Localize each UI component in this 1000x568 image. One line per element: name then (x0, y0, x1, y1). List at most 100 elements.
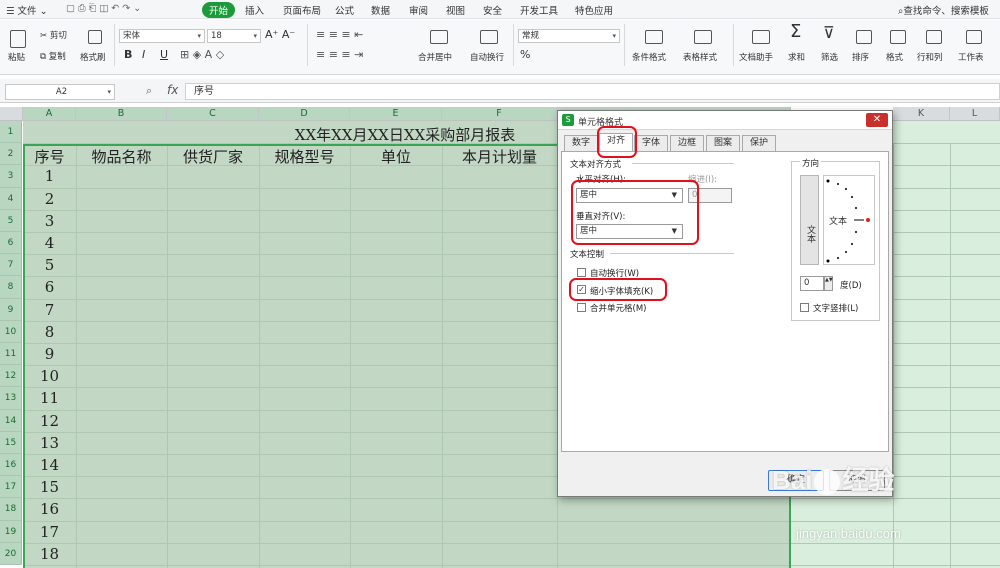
row-header[interactable]: 11 (0, 343, 22, 366)
row-header[interactable]: 4 (0, 187, 22, 210)
row-header[interactable]: 1 (0, 121, 22, 144)
file-menu[interactable]: ☰ 文件 ⌄ (6, 3, 48, 17)
row-header[interactable]: 6 (0, 232, 22, 255)
header-cell-supplier[interactable]: 供货厂家 (167, 146, 259, 167)
serial-cell[interactable]: 7 (23, 301, 76, 319)
menu-tab-review[interactable]: 审阅 (409, 3, 428, 17)
stacked-text-checkbox[interactable] (800, 303, 809, 312)
header-cell-serial[interactable]: 序号 (23, 146, 76, 167)
cut-button[interactable]: ✂ 剪切 (40, 31, 67, 41)
tab-pattern[interactable]: 图案 (706, 135, 740, 151)
serial-cell[interactable]: 18 (23, 545, 76, 563)
font-name-select[interactable]: 宋体 ▾ (119, 29, 205, 43)
tab-font[interactable]: 字体 (634, 135, 668, 151)
col-header-a[interactable]: A (23, 107, 76, 121)
row-header[interactable]: 15 (0, 431, 22, 454)
font-size-select[interactable]: 18 ▾ (207, 29, 261, 43)
border-color-icons[interactable]: ⊞ ◈ A ◇ (180, 49, 224, 60)
serial-cell[interactable]: 1 (23, 167, 76, 185)
zoom-icon[interactable]: ⌕ (146, 85, 152, 96)
formula-input[interactable]: 序号 (185, 83, 1000, 100)
menu-tab-developer[interactable]: 开发工具 (520, 3, 558, 17)
spinner-arrows-icon[interactable]: ▲▼ (824, 276, 833, 291)
vertical-text-box[interactable]: 文本 (800, 175, 819, 265)
serial-cell[interactable]: 14 (23, 456, 76, 474)
header-cell-item-name[interactable]: 物品名称 (76, 146, 167, 167)
name-box[interactable]: A2 ▾ (5, 84, 115, 100)
font-grow-shrink-icons[interactable]: A⁺ A⁻ (265, 29, 295, 40)
col-header-b[interactable]: B (76, 107, 167, 121)
serial-cell[interactable]: 5 (23, 256, 76, 274)
serial-cell[interactable]: 9 (23, 345, 76, 363)
filter-button[interactable]: 筛选 (821, 53, 838, 63)
col-header-d[interactable]: D (259, 107, 350, 121)
percent-button[interactable]: % (520, 49, 530, 60)
serial-cell[interactable]: 2 (23, 190, 76, 208)
menu-tab-view[interactable]: 视图 (446, 3, 465, 17)
header-cell-spec[interactable]: 规格型号 (259, 146, 350, 167)
serial-cell[interactable]: 4 (23, 234, 76, 252)
header-cell-plan-qty[interactable]: 本月计划量 (442, 146, 557, 167)
col-header-c[interactable]: C (167, 107, 259, 121)
underline-button[interactable]: U (160, 49, 168, 60)
italic-button[interactable]: I (142, 49, 145, 60)
number-format-select[interactable]: 常规 ▾ (518, 29, 620, 43)
tab-protection[interactable]: 保护 (742, 135, 776, 151)
serial-cell[interactable]: 8 (23, 323, 76, 341)
bold-button[interactable]: B (124, 49, 132, 60)
menu-tab-home[interactable]: 开始 (202, 2, 236, 18)
header-cell-unit[interactable]: 单位 (350, 146, 442, 167)
col-header-e[interactable]: E (350, 107, 442, 121)
row-header[interactable]: 9 (0, 298, 22, 321)
row-header[interactable]: 7 (0, 254, 22, 277)
col-header-l[interactable]: L (950, 107, 1000, 121)
serial-cell[interactable]: 16 (23, 500, 76, 518)
menu-tab-security[interactable]: 安全 (483, 3, 502, 17)
row-header[interactable]: 20 (0, 542, 22, 565)
merge-center-button[interactable]: 合并居中 (418, 53, 452, 63)
fx-button[interactable]: fx (167, 84, 178, 96)
row-header[interactable]: 2 (0, 143, 22, 166)
wrap-text-checkbox[interactable] (577, 268, 586, 277)
serial-cell[interactable]: 11 (23, 389, 76, 407)
menu-tab-special[interactable]: 特色应用 (575, 3, 613, 17)
align-icons[interactable]: ≡ ≡ ≡ ⇤ (316, 29, 363, 40)
col-header-f[interactable]: F (442, 107, 557, 121)
serial-cell[interactable]: 12 (23, 412, 76, 430)
serial-cell[interactable]: 10 (23, 367, 76, 385)
doc-helper-button[interactable]: 文档助手 (739, 53, 773, 63)
auto-wrap-button[interactable]: 自动换行 (470, 53, 504, 63)
row-header[interactable]: 18 (0, 498, 22, 521)
row-header[interactable]: 8 (0, 276, 22, 299)
format-button[interactable]: 格式 (886, 53, 903, 63)
menu-tab-page-layout[interactable]: 页面布局 (283, 3, 321, 17)
col-header-k[interactable]: K (893, 107, 950, 121)
select-all-corner[interactable] (0, 107, 23, 121)
sort-button[interactable]: 排序 (852, 53, 869, 63)
worksheet-button[interactable]: 工作表 (958, 53, 984, 63)
row-header[interactable]: 17 (0, 476, 22, 499)
table-style-button[interactable]: 表格样式 (683, 53, 717, 63)
row-header[interactable]: 10 (0, 320, 22, 343)
close-icon[interactable]: ✕ (866, 113, 888, 127)
row-header[interactable]: 13 (0, 387, 22, 410)
search-command[interactable]: ⌕查找命令、搜索模板 (898, 3, 989, 17)
serial-cell[interactable]: 3 (23, 212, 76, 230)
row-header[interactable]: 5 (0, 209, 22, 232)
row-header[interactable]: 19 (0, 520, 22, 543)
serial-cell[interactable]: 6 (23, 278, 76, 296)
row-header[interactable]: 3 (0, 165, 22, 188)
row-header[interactable]: 16 (0, 454, 22, 477)
sum-button[interactable]: 求和 (788, 53, 805, 63)
halign-icons[interactable]: ≡ ≡ ≡ ⇥ (316, 49, 363, 60)
sheet-title-cell[interactable]: XX年XX月XX日XX采购部月报表 (230, 124, 580, 145)
row-header[interactable]: 14 (0, 409, 22, 432)
menu-tab-data[interactable]: 数据 (371, 3, 390, 17)
menu-tab-formula[interactable]: 公式 (335, 3, 354, 17)
row-header[interactable]: 12 (0, 365, 22, 388)
merge-cells-checkbox[interactable] (577, 303, 586, 312)
orientation-dial[interactable]: 文本 (823, 175, 875, 265)
paste-button[interactable]: 粘贴 (8, 53, 25, 63)
tab-border[interactable]: 边框 (670, 135, 704, 151)
degrees-spinner[interactable]: 0 (800, 276, 824, 291)
